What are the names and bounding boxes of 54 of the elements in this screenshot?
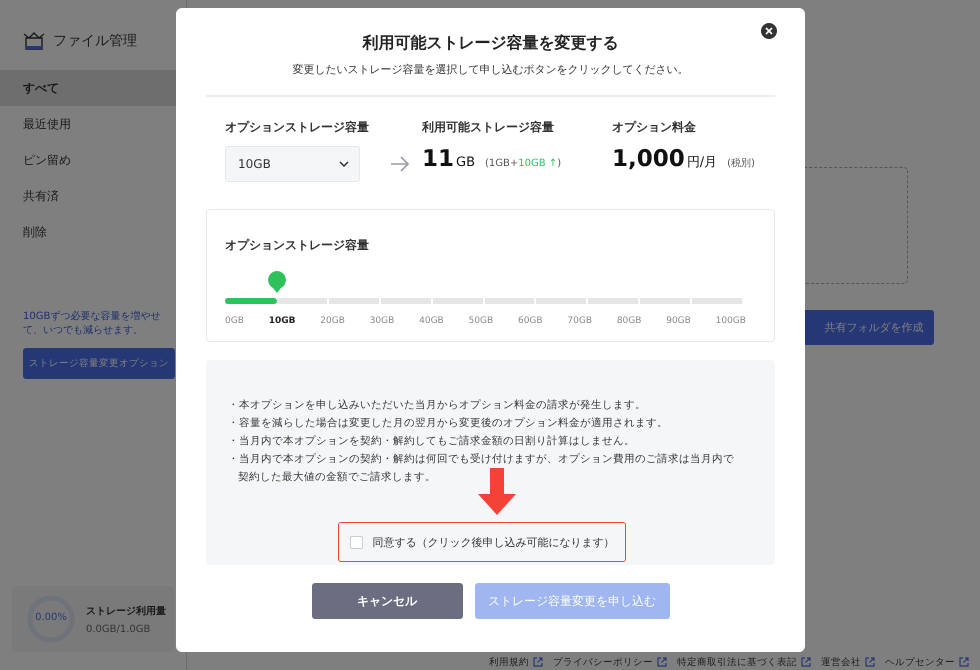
tick-label: 30GB bbox=[370, 316, 394, 326]
modal-subtitle: 変更したいストレージ容量を選択して申し込むボタンをクリックしてください。 bbox=[292, 62, 690, 77]
modal-title: 利用可能ストレージ容量を変更する bbox=[361, 33, 620, 54]
capacity-breakdown: (1GB+10GB ↑) bbox=[485, 158, 562, 169]
external-link-icon bbox=[657, 657, 667, 667]
app-title: ファイル管理 bbox=[53, 32, 137, 50]
footer-link[interactable]: ヘルプセンター bbox=[885, 656, 969, 668]
available-label: 利用可能ストレージ容量 bbox=[422, 119, 555, 136]
slider-label: オプションストレージ容量 bbox=[225, 238, 369, 252]
tax-note: (税別) bbox=[727, 156, 755, 170]
tick-label: 0GB bbox=[225, 316, 244, 326]
storage-select[interactable]: 10GB bbox=[225, 146, 360, 182]
usage-percent: 0.00% bbox=[34, 612, 68, 623]
note-text: ・容量を減らした場合は変更した月の翌月から変更後のオプション料金が適用されます。 bbox=[228, 416, 669, 431]
available-unit: GB bbox=[456, 155, 476, 170]
external-link-icon bbox=[801, 657, 811, 667]
storage-option-button[interactable]: ストレージ容量変更オプション bbox=[23, 348, 175, 379]
note-text: ・本オプションを申し込みいただいた当月からオプション料金の請求が発生します。 bbox=[228, 398, 647, 413]
fee-value: 1,000 bbox=[612, 146, 685, 172]
agree-checkbox[interactable]: 同意する（クリック後申し込み可能になります） bbox=[338, 522, 626, 562]
external-link-icon bbox=[959, 657, 969, 667]
note-text: ・当月内で本オプションを契約・解約してもご請求金額の日割り計算はしません。 bbox=[228, 434, 636, 449]
tick-label: 100GB bbox=[716, 316, 746, 326]
tick-label: 50GB bbox=[468, 316, 494, 326]
footer-link[interactable]: 利用規約 bbox=[489, 656, 543, 668]
tick-label: 80GB bbox=[616, 316, 642, 326]
tick-label: 60GB bbox=[518, 316, 543, 326]
checkbox[interactable] bbox=[350, 536, 362, 548]
fee-label: オプション料金 bbox=[612, 119, 697, 136]
footer-link[interactable]: 特定商取引法に基づく表記 bbox=[677, 656, 811, 668]
external-link-icon bbox=[533, 657, 543, 667]
option-label: オプションストレージ容量 bbox=[225, 119, 370, 136]
fee-unit: 円/月 bbox=[686, 154, 718, 171]
chevron-down-icon bbox=[339, 161, 349, 167]
tick-label: 90GB bbox=[666, 316, 691, 326]
arrow-down-icon bbox=[476, 468, 518, 516]
arrow-right-icon bbox=[390, 156, 410, 172]
tick-label: 70GB bbox=[567, 316, 592, 326]
external-link-icon bbox=[865, 657, 875, 667]
tick-label: 40GB bbox=[419, 316, 444, 326]
note-text: ・当月内で本オプションの契約・解約は何回でも受け付けますが、オプション費用のご請求は当月内で契約した最大値の金額でご請求します。 bbox=[228, 452, 735, 485]
close-button[interactable] bbox=[761, 23, 777, 39]
cancel-button[interactable]: キャンセル bbox=[312, 583, 462, 619]
footer-link[interactable]: プライバシーポリシー bbox=[553, 656, 667, 668]
tick-label: 20GB bbox=[320, 316, 345, 326]
close-icon bbox=[765, 27, 773, 35]
footer-link[interactable]: 運営会社 bbox=[821, 656, 875, 668]
usage-title: ストレージ利用量 bbox=[86, 604, 166, 618]
promo-text: 10GBずつ必要な容量を増やせて、いつでも減らせます。 bbox=[23, 310, 162, 338]
agree-label: 同意する（クリック後申し込み可能になります） bbox=[372, 534, 614, 550]
tick-label: 10GB bbox=[268, 316, 296, 326]
available-value: 11 bbox=[422, 146, 454, 172]
usage-amount: 0.0GB/1.0GB bbox=[86, 624, 152, 634]
slider-thumb[interactable] bbox=[266, 270, 287, 294]
